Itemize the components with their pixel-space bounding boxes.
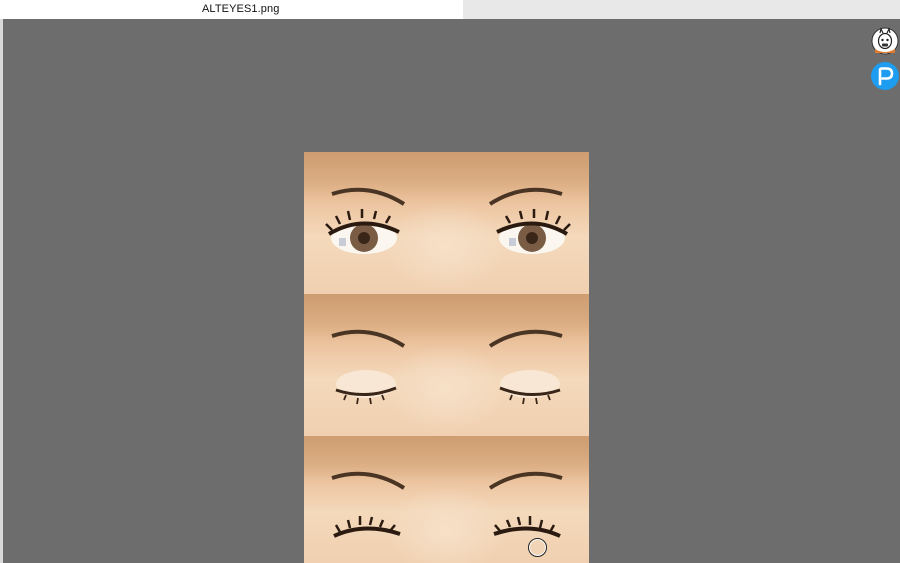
pixiv-extension-icon[interactable] xyxy=(871,62,899,90)
tab-active[interactable]: ALTEYES1.png xyxy=(0,0,463,20)
cursor-circle-icon xyxy=(528,538,547,557)
left-eyebrow xyxy=(331,471,406,490)
left-eye xyxy=(325,209,400,254)
eyes-open-drawing xyxy=(325,187,571,254)
eyes-closed-frame xyxy=(304,294,589,436)
left-eyebrow xyxy=(331,187,406,206)
tab-bar-empty xyxy=(463,0,900,20)
llama-icon-graphic xyxy=(871,27,899,55)
left-eyebrow xyxy=(331,329,406,348)
displayed-image xyxy=(304,152,589,563)
right-eye xyxy=(496,209,571,254)
pixiv-icon-graphic xyxy=(871,62,899,90)
right-eyebrow xyxy=(488,187,563,206)
tab-bar: ALTEYES1.png xyxy=(0,0,900,20)
right-eyebrow xyxy=(488,329,563,348)
tab-title: ALTEYES1.png xyxy=(202,3,280,15)
llama-extension-icon[interactable] xyxy=(871,27,899,55)
right-eyebrow xyxy=(488,471,563,490)
eyes-open-frame xyxy=(304,152,589,294)
eyes-closed-drawing xyxy=(331,329,563,405)
